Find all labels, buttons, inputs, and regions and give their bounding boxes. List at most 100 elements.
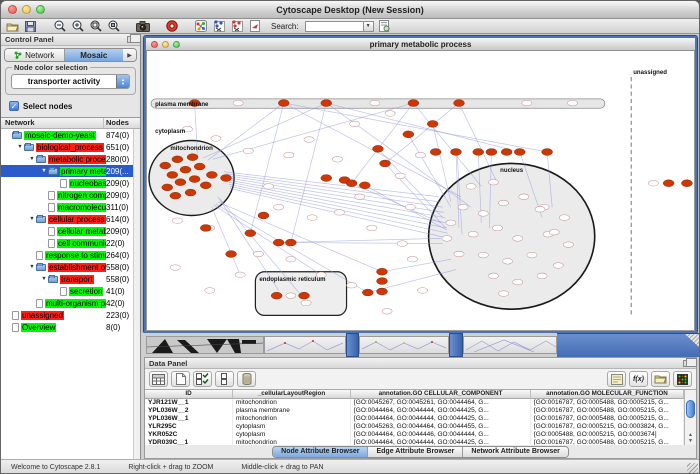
tree-row[interactable]: ▼primary metabo209(... — [1, 165, 140, 177]
node-red[interactable] — [450, 149, 461, 156]
node-red[interactable] — [514, 149, 525, 156]
network-window-titlebar[interactable]: primary metabolic process — [146, 38, 695, 51]
tree-row[interactable]: cell communicat22(0) — [1, 237, 140, 249]
node-outline[interactable] — [442, 236, 452, 242]
table-column-header[interactable]: ID — [145, 390, 233, 399]
open-session-icon[interactable] — [5, 20, 20, 33]
node-outline[interactable] — [253, 251, 263, 257]
tab-edge-attribute-browser[interactable]: Edge Attribute Browser — [368, 447, 463, 457]
network-canvas[interactable]: plasma membranecytoplasmmitochondrionnuc… — [147, 51, 694, 330]
node-outline[interactable] — [559, 215, 569, 221]
tab-network[interactable]: Network — [5, 49, 65, 61]
node-outline[interactable] — [334, 210, 344, 216]
function-builder-icon[interactable]: f(x) — [629, 371, 648, 387]
table-column-header[interactable]: annotation.GO CELLULAR_COMPONENT — [351, 390, 531, 399]
node-red[interactable] — [221, 175, 232, 182]
node-color-dropdown[interactable]: transporter activity ▲▼ — [11, 74, 130, 89]
node-outline[interactable] — [397, 241, 407, 247]
filter-doc-icon[interactable] — [377, 20, 392, 33]
node-outline[interactable] — [286, 256, 296, 262]
node-outline[interactable] — [458, 204, 468, 210]
node-red[interactable] — [362, 289, 373, 296]
node-red[interactable] — [377, 268, 388, 275]
node-red[interactable] — [377, 288, 388, 295]
node-outline[interactable] — [522, 100, 532, 106]
node-outline[interactable] — [454, 251, 464, 257]
node-outline[interactable] — [233, 100, 243, 106]
node-outline[interactable] — [395, 173, 405, 179]
node-red[interactable] — [226, 251, 237, 258]
tree-row[interactable]: nitrogen compo209(0) — [1, 189, 140, 201]
node-outline[interactable] — [488, 179, 498, 185]
node-red[interactable] — [200, 182, 211, 189]
node-outline[interactable] — [498, 291, 508, 297]
node-outline[interactable] — [211, 136, 221, 142]
node-outline[interactable] — [205, 288, 215, 294]
node-outline[interactable] — [478, 211, 488, 217]
node-red[interactable] — [172, 156, 183, 163]
tabs-overflow-arrow-icon[interactable]: ▶ — [123, 49, 136, 61]
tree-row[interactable]: macromolecule311(0) — [1, 201, 140, 213]
tree-row[interactable]: ▼metabolic process280(0) — [1, 153, 140, 165]
node-outline[interactable] — [370, 100, 380, 106]
node-red[interactable] — [377, 278, 388, 285]
import-attributes-icon[interactable] — [607, 371, 626, 387]
node-red[interactable] — [180, 166, 191, 173]
node-red[interactable] — [501, 149, 512, 156]
table-column-header[interactable]: annotation.GO MOLECULAR_FUNCTION — [531, 390, 684, 399]
node-outline[interactable] — [172, 218, 182, 224]
node-red[interactable] — [372, 145, 383, 152]
node-red[interactable] — [206, 171, 217, 178]
node-outline[interactable] — [535, 206, 545, 212]
zoom-in-icon[interactable] — [70, 20, 85, 33]
node-red[interactable] — [278, 100, 289, 107]
node-outline[interactable] — [405, 204, 415, 210]
zoom-fit-icon[interactable] — [88, 20, 103, 33]
node-red[interactable] — [408, 100, 419, 107]
zoom-selected-icon[interactable] — [106, 20, 121, 33]
table-column-header[interactable]: _cellularLayoutRegion — [233, 390, 351, 399]
select-nodes-checkbox[interactable]: ✓ — [9, 101, 19, 111]
zoom-out-icon[interactable] — [52, 20, 67, 33]
table-row[interactable]: YDR039C__1mitochondrion[GO:0044464, GO:0… — [145, 439, 684, 445]
tree-row[interactable]: cellular metabo209(0) — [1, 225, 140, 237]
unselect-attributes-icon[interactable] — [215, 371, 234, 387]
tree-row[interactable]: Overview8(0) — [1, 321, 140, 333]
attribute-table-icon[interactable] — [149, 371, 168, 387]
tree-row[interactable]: multi-organism pro42(0) — [1, 297, 140, 309]
scrollbar-arrows-icon[interactable]: ▲▼ — [685, 432, 696, 444]
tree-row[interactable]: ▼cellular process614(0) — [1, 213, 140, 225]
node-red[interactable] — [321, 175, 332, 182]
node-red[interactable] — [273, 239, 284, 246]
node-outline[interactable] — [286, 293, 296, 299]
node-red[interactable] — [258, 212, 269, 219]
node-red[interactable] — [200, 225, 211, 232]
layout-nodes-red-icon[interactable] — [229, 20, 244, 33]
float-panel-icon[interactable] — [127, 36, 136, 43]
node-outline[interactable] — [170, 265, 180, 271]
tree-expand-icon[interactable]: ▼ — [16, 144, 24, 150]
resize-grip-icon[interactable] — [685, 334, 699, 347]
snapshot-camera-icon[interactable] — [135, 20, 150, 33]
node-outline[interactable] — [382, 308, 392, 314]
node-red[interactable] — [486, 149, 497, 156]
node-outline[interactable] — [307, 215, 317, 221]
float-panel-icon[interactable] — [683, 360, 692, 367]
search-dropdown-icon[interactable]: ▼ — [363, 21, 374, 32]
node-outline[interactable] — [488, 273, 498, 279]
node-red[interactable] — [185, 189, 196, 196]
node-red[interactable] — [663, 180, 674, 187]
tree-expand-icon[interactable]: ▼ — [28, 264, 36, 270]
node-red[interactable] — [245, 230, 256, 237]
save-session-icon[interactable] — [23, 20, 38, 33]
node-red[interactable] — [346, 180, 357, 187]
node-red[interactable] — [359, 182, 370, 189]
node-outline[interactable] — [235, 272, 245, 278]
delete-attribute-icon[interactable] — [237, 371, 256, 387]
tree-row[interactable]: unassigned223(0) — [1, 309, 140, 321]
node-outline[interactable] — [492, 225, 502, 231]
tab-node-attribute-browser[interactable]: Node Attribute Browser — [273, 447, 368, 457]
node-red[interactable] — [162, 184, 173, 191]
node-red[interactable] — [427, 120, 438, 127]
node-outline[interactable] — [284, 152, 294, 158]
